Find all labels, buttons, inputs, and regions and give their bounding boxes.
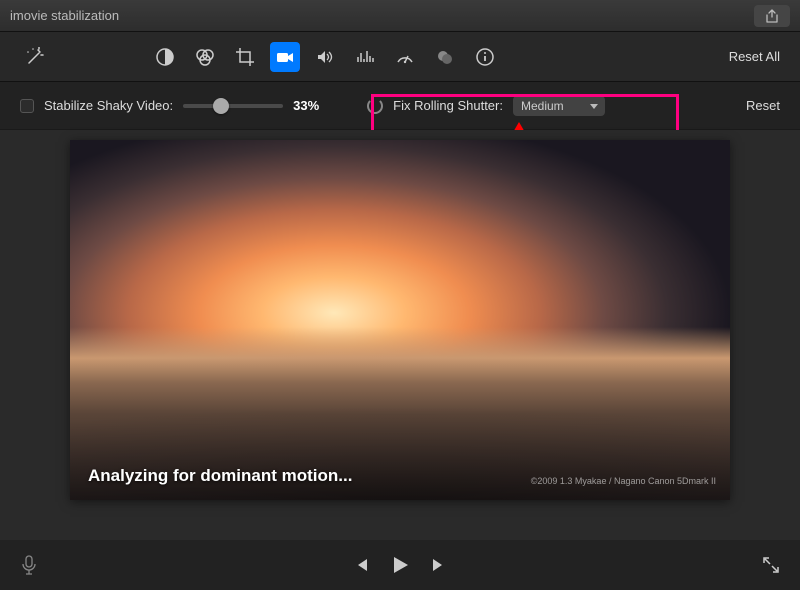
skip-forward-icon [431, 557, 447, 573]
info-button[interactable] [470, 42, 500, 72]
playback-controls [353, 554, 447, 576]
crop-button[interactable] [230, 42, 260, 72]
playback-bar [0, 540, 800, 590]
color-correction-button[interactable] [190, 42, 220, 72]
equalizer-icon [355, 47, 375, 67]
spinner-icon [367, 98, 383, 114]
palette-icon [195, 47, 215, 67]
app-window: imovie stabilization [0, 0, 800, 590]
color-balance-button[interactable] [150, 42, 180, 72]
rolling-shutter-dropdown[interactable]: Medium [513, 96, 605, 116]
filters-icon [435, 47, 455, 67]
stabilize-percent: 33% [293, 98, 319, 113]
preview-credit: ©2009 1.3 Myakae / Nagano Canon 5Dmark I… [531, 476, 716, 486]
noise-reduction-button[interactable] [350, 42, 380, 72]
window-title: imovie stabilization [10, 8, 754, 23]
color-filter-button[interactable] [430, 42, 460, 72]
volume-icon [315, 47, 335, 67]
video-preview[interactable]: Analyzing for dominant motion... ©2009 1… [70, 140, 730, 500]
skip-back-icon [353, 557, 369, 573]
preview-area: Analyzing for dominant motion... ©2009 1… [0, 130, 800, 540]
magic-wand-button[interactable] [20, 42, 50, 72]
inspector-toolbar: Reset All [0, 32, 800, 82]
stabilization-controls: Stabilize Shaky Video: 33% Fix Rolling S… [0, 82, 800, 130]
volume-button[interactable] [310, 42, 340, 72]
stabilize-checkbox[interactable] [20, 99, 34, 113]
stabilization-button[interactable] [270, 42, 300, 72]
voiceover-button[interactable] [20, 555, 38, 575]
fullscreen-button[interactable] [762, 556, 780, 574]
next-button[interactable] [431, 557, 447, 573]
contrast-icon [155, 47, 175, 67]
wand-icon [25, 47, 45, 67]
speed-button[interactable] [390, 42, 420, 72]
rolling-shutter-label: Fix Rolling Shutter: [393, 98, 503, 113]
share-icon [765, 9, 779, 23]
play-button[interactable] [389, 554, 411, 576]
camera-icon [275, 47, 295, 67]
titlebar: imovie stabilization [0, 0, 800, 32]
analysis-status: Analyzing for dominant motion... [88, 466, 352, 486]
crop-icon [235, 47, 255, 67]
speedometer-icon [395, 47, 415, 67]
reset-button[interactable]: Reset [746, 98, 780, 113]
stabilize-label: Stabilize Shaky Video: [44, 98, 173, 113]
info-icon [475, 47, 495, 67]
share-button[interactable] [754, 5, 790, 27]
prev-button[interactable] [353, 557, 369, 573]
stabilize-slider[interactable] [183, 104, 283, 108]
slider-thumb[interactable] [213, 98, 229, 114]
play-icon [389, 554, 411, 576]
microphone-icon [20, 555, 38, 575]
reset-all-button[interactable]: Reset All [729, 49, 780, 64]
expand-icon [762, 556, 780, 574]
dropdown-value: Medium [521, 99, 564, 113]
